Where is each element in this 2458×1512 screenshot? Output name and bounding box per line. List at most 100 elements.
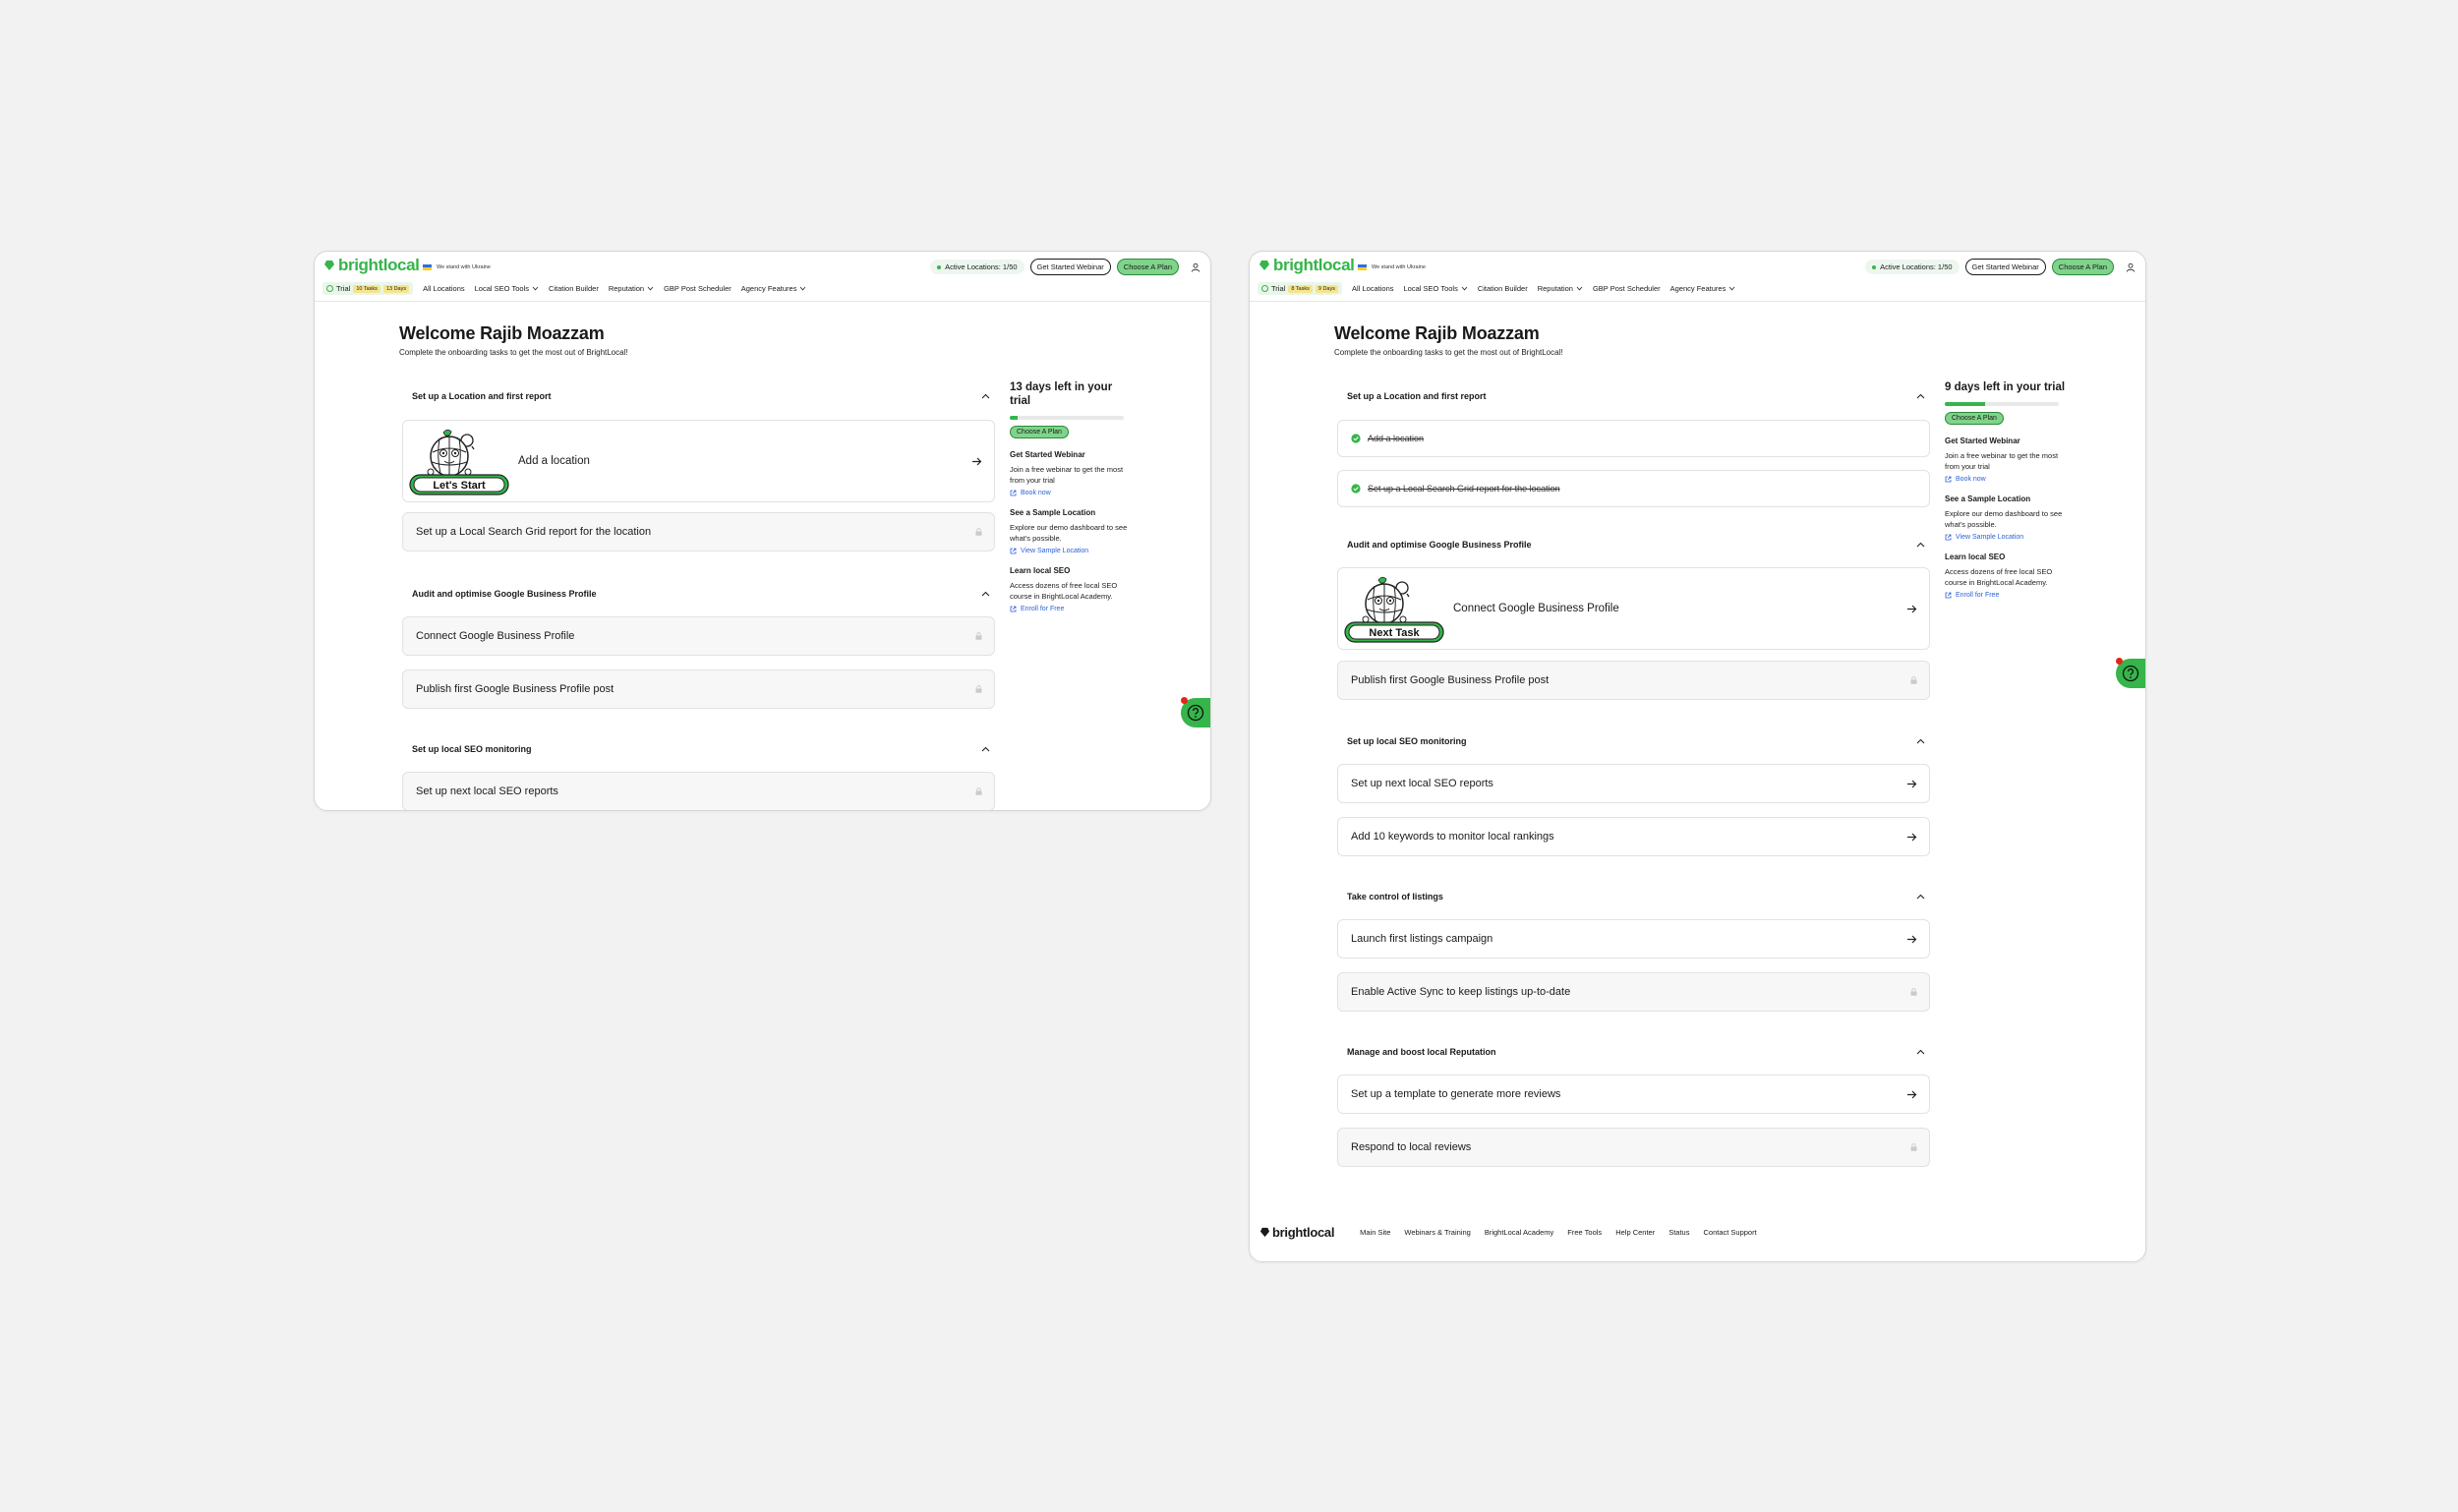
- active-locations-badge: Active Locations: 1/50: [1865, 260, 1960, 274]
- main-nav: Trial 10 Tasks 13 Days All Locations Loc…: [322, 282, 806, 295]
- external-link-icon: [1010, 490, 1017, 496]
- footer-link-free-tools[interactable]: Free Tools: [1567, 1228, 1602, 1237]
- brightlocal-logo[interactable]: brightlocal: [1258, 256, 1355, 275]
- trial-badge[interactable]: Trial 10 Tasks 13 Days: [322, 282, 414, 295]
- webinar-text: Join a free webinar to get the most from…: [1010, 465, 1124, 485]
- help-button[interactable]: [2116, 658, 2145, 688]
- chevron-up-icon: [981, 393, 990, 399]
- section-title: Audit and optimise Google Business Profi…: [1347, 540, 1532, 550]
- section-title: Set up a Location and first report: [1347, 391, 1487, 401]
- view-sample-location-link[interactable]: View Sample Location: [1010, 548, 1133, 554]
- nav-reputation[interactable]: Reputation: [609, 284, 654, 293]
- header-actions: Active Locations: 1/50 Get Started Webin…: [930, 259, 1200, 275]
- chevron-down-icon: [1576, 286, 1583, 291]
- help-button[interactable]: [1181, 697, 1210, 727]
- nav-label: Citation Builder: [1477, 284, 1528, 293]
- lock-icon: [975, 528, 982, 536]
- get-started-webinar-button[interactable]: Get Started Webinar: [1964, 259, 2046, 275]
- section-header-listings[interactable]: Take control of listings: [1337, 887, 1935, 906]
- chevron-down-icon: [647, 286, 654, 291]
- chevron-down-icon: [1461, 286, 1468, 291]
- enroll-for-free-link[interactable]: Enroll for Free: [1945, 592, 2068, 599]
- brightlocal-logo[interactable]: brightlocal: [323, 256, 420, 275]
- get-started-webinar-button[interactable]: Get Started Webinar: [1029, 259, 1111, 275]
- nav-agency-features[interactable]: Agency Features: [741, 284, 807, 293]
- user-icon[interactable]: [1191, 262, 1200, 272]
- external-link-icon: [1945, 592, 1952, 599]
- trial-progress-bar: [1945, 402, 2059, 406]
- footer-link-webinars[interactable]: Webinars & Training: [1404, 1228, 1470, 1237]
- active-locations-text: Active Locations: 1/50: [945, 262, 1018, 271]
- page-title: Welcome Rajib Moazzam: [399, 323, 605, 343]
- section-header-reputation[interactable]: Manage and boost local Reputation: [1337, 1042, 1935, 1062]
- nav-reputation[interactable]: Reputation: [1538, 284, 1583, 293]
- ukraine-banner[interactable]: We stand with Ukraine: [1358, 264, 1426, 270]
- sidebar-choose-plan-button[interactable]: Choose A Plan: [1010, 426, 1069, 438]
- trial-progress-bar: [1010, 416, 1124, 420]
- section-header-gbp[interactable]: Audit and optimise Google Business Profi…: [402, 584, 1000, 604]
- footer-link-help-center[interactable]: Help Center: [1615, 1228, 1655, 1237]
- section-title: Audit and optimise Google Business Profi…: [412, 589, 597, 599]
- task-review-template[interactable]: Set up a template to generate more revie…: [1337, 1075, 1930, 1114]
- trial-label: Trial: [336, 284, 351, 293]
- link-label: View Sample Location: [1956, 534, 2024, 541]
- mascot-illustration: Let's Start: [409, 429, 509, 495]
- task-publish-post: Publish first Google Business Profile po…: [1337, 661, 1930, 700]
- task-label: Enable Active Sync to keep listings up-t…: [1351, 986, 1571, 998]
- book-now-link[interactable]: Book now: [1945, 476, 2068, 483]
- task-add-location-done: Add a location: [1337, 420, 1930, 457]
- footer-link-status[interactable]: Status: [1668, 1228, 1689, 1237]
- task-respond-reviews: Respond to local reviews: [1337, 1128, 1930, 1167]
- footer-link-contact-support[interactable]: Contact Support: [1703, 1228, 1756, 1237]
- nav-citation-builder[interactable]: Citation Builder: [549, 284, 599, 293]
- choose-plan-button[interactable]: Choose A Plan: [2051, 259, 2114, 275]
- trial-badge[interactable]: Trial 8 Tasks 9 Days: [1258, 282, 1342, 295]
- section-title: Manage and boost local Reputation: [1347, 1047, 1496, 1057]
- check-circle-icon: [1351, 484, 1361, 494]
- sample-location-text: Explore our demo dashboard to see what's…: [1010, 523, 1128, 543]
- link-label: View Sample Location: [1021, 548, 1089, 554]
- task-label: Launch first listings campaign: [1351, 933, 1493, 945]
- nav-gbp-post-scheduler[interactable]: GBP Post Scheduler: [664, 284, 732, 293]
- lock-icon: [975, 685, 982, 693]
- task-seo-reports[interactable]: Set up next local SEO reports: [1337, 764, 1930, 803]
- enroll-for-free-link[interactable]: Enroll for Free: [1010, 606, 1133, 612]
- nav-citation-builder[interactable]: Citation Builder: [1478, 284, 1528, 293]
- choose-plan-button[interactable]: Choose A Plan: [1116, 259, 1179, 275]
- section-header-location[interactable]: Set up a Location and first report: [1337, 386, 1935, 406]
- book-now-link[interactable]: Book now: [1010, 490, 1133, 496]
- nav-local-seo-tools[interactable]: Local SEO Tools: [475, 284, 539, 293]
- footer-logo[interactable]: brightlocal: [1259, 1225, 1334, 1240]
- link-label: Enroll for Free: [1021, 606, 1065, 612]
- nav-gbp-post-scheduler[interactable]: GBP Post Scheduler: [1593, 284, 1661, 293]
- arrow-right-icon: [1907, 935, 1917, 943]
- task-listings-campaign[interactable]: Launch first listings campaign: [1337, 919, 1930, 959]
- lock-icon: [975, 787, 982, 795]
- task-label: Connect Google Business Profile: [1453, 603, 1619, 614]
- view-sample-location-link[interactable]: View Sample Location: [1945, 534, 2068, 541]
- nav-all-locations[interactable]: All Locations: [1352, 284, 1394, 293]
- section-header-gbp[interactable]: Audit and optimise Google Business Profi…: [1337, 535, 1935, 554]
- mascot-illustration: Next Task: [1344, 576, 1444, 643]
- external-link-icon: [1945, 534, 1952, 541]
- section-header-seo-monitoring[interactable]: Set up local SEO monitoring: [402, 739, 1000, 759]
- footer-link-academy[interactable]: BrightLocal Academy: [1485, 1228, 1553, 1237]
- task-connect-gbp[interactable]: Next Task Connect Google Business Profil…: [1337, 567, 1930, 650]
- nav-local-seo-tools[interactable]: Local SEO Tools: [1404, 284, 1468, 293]
- header-actions: Active Locations: 1/50 Get Started Webin…: [1865, 259, 2136, 275]
- nav-label: Reputation: [1537, 284, 1573, 293]
- trial-sidebar: 13 days left in your trial Choose A Plan…: [1010, 380, 1133, 612]
- footer-link-main-site[interactable]: Main Site: [1360, 1228, 1390, 1237]
- section-title: Set up a Location and first report: [412, 391, 552, 401]
- nav-agency-features[interactable]: Agency Features: [1670, 284, 1736, 293]
- ukraine-banner[interactable]: We stand with Ukraine: [423, 264, 491, 270]
- task-add-keywords[interactable]: Add 10 keywords to monitor local ranking…: [1337, 817, 1930, 856]
- onboarding-screen-progress: brightlocal We stand with Ukraine Active…: [1249, 251, 2146, 1262]
- task-add-location[interactable]: Let's Start Add a location: [402, 420, 995, 502]
- nav-all-locations[interactable]: All Locations: [423, 284, 465, 293]
- user-icon[interactable]: [2126, 262, 2136, 272]
- section-header-seo-monitoring[interactable]: Set up local SEO monitoring: [1337, 731, 1935, 751]
- section-header-location[interactable]: Set up a Location and first report: [402, 386, 1000, 406]
- trial-label: Trial: [1271, 284, 1286, 293]
- sidebar-choose-plan-button[interactable]: Choose A Plan: [1945, 412, 2004, 425]
